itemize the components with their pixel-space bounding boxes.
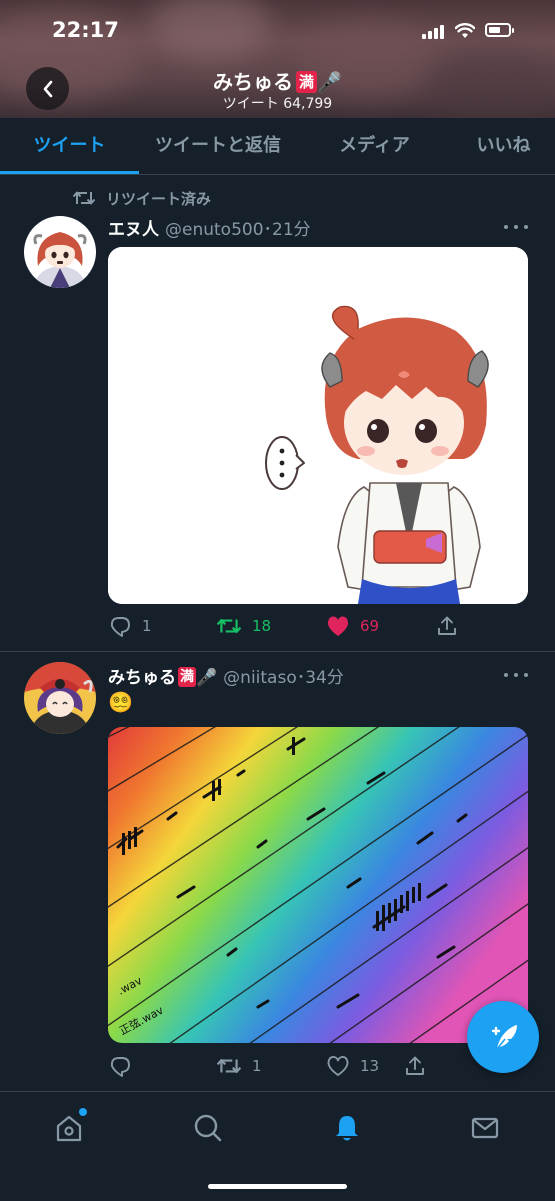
tweet-media-image[interactable]	[108, 247, 528, 604]
profile-tabs: ツイート ツイートと返信 メディア いいね	[0, 118, 555, 175]
home-icon	[56, 1115, 82, 1142]
home-indicator[interactable]	[208, 1184, 347, 1189]
active-tab-indicator	[0, 171, 139, 174]
tab-tweets-and-replies[interactable]: ツイートと返信	[139, 118, 297, 174]
more-options-icon[interactable]	[504, 670, 530, 680]
reply-button[interactable]: 1	[108, 613, 152, 639]
avatar-illustration	[24, 662, 96, 734]
nav-notifications[interactable]	[329, 1110, 365, 1146]
search-icon	[194, 1114, 222, 1142]
like-count: 13	[360, 1057, 380, 1075]
status-time: 22:17	[52, 18, 119, 42]
notification-dot-icon	[79, 1108, 87, 1116]
status-bar: 22:17	[0, 0, 555, 60]
signal-icon	[422, 25, 446, 39]
retweet-button[interactable]: 18	[216, 613, 271, 639]
retweet-icon	[72, 191, 96, 205]
retweet-count: 1	[252, 1057, 262, 1075]
share-button[interactable]	[404, 1053, 426, 1079]
retweet-icon	[216, 1058, 242, 1074]
nav-search[interactable]	[190, 1110, 226, 1146]
profile-name-text: みちゅる	[213, 70, 294, 94]
tweet-count: ツイート 64,799	[222, 96, 333, 112]
avatar[interactable]	[24, 216, 96, 288]
reply-icon	[110, 617, 130, 637]
nav-messages[interactable]	[467, 1110, 503, 1146]
tweet-divider	[0, 651, 555, 652]
tweet-text: 😵‍💫	[108, 690, 133, 714]
tweet-header: みちゅる満 🎤 @niitaso･34分	[108, 663, 344, 688]
retweet-indicator: リツイート済み	[72, 187, 211, 209]
tweet-author-badge: 満	[178, 667, 196, 687]
battery-icon	[485, 23, 514, 37]
wifi-icon	[455, 23, 475, 38]
tweet-author-name[interactable]: みちゅる	[108, 668, 176, 688]
tweet-actions: 1 13	[108, 1053, 528, 1079]
reply-button[interactable]	[108, 1053, 142, 1079]
nav-home[interactable]	[51, 1108, 87, 1146]
profile-name-emoji: 🎤	[317, 70, 342, 94]
avatar-illustration	[24, 216, 96, 288]
avatar[interactable]	[24, 662, 96, 734]
like-button[interactable]: 69	[326, 613, 379, 639]
tab-likes[interactable]: いいね	[452, 118, 555, 174]
heart-icon	[327, 616, 349, 636]
profile-name-badge: 満	[296, 71, 318, 93]
reply-count: 1	[142, 617, 152, 635]
reply-icon	[110, 1057, 130, 1077]
profile-name: みちゅる満 🎤	[0, 66, 555, 95]
retweet-icon	[216, 618, 242, 634]
tweet-author-emoji: 🎤	[196, 668, 218, 688]
tweet-author-name[interactable]: エヌ人	[108, 220, 159, 240]
tweet-media-image[interactable]: .wav 正弦.wav	[108, 727, 528, 1043]
retweet-label: リツイート済み	[106, 189, 212, 208]
retweet-button[interactable]: 1	[216, 1053, 262, 1079]
bell-icon	[336, 1116, 358, 1141]
tweet-header: エヌ人 @enuto500･21分	[108, 215, 311, 240]
character-illustration	[108, 247, 528, 604]
like-button[interactable]: 13	[326, 1053, 379, 1079]
share-icon	[406, 1056, 424, 1075]
tab-media[interactable]: メディア	[297, 118, 452, 174]
tweet-handle-time: @niitaso･34分	[223, 668, 344, 688]
compose-tweet-button[interactable]	[467, 1001, 539, 1073]
heart-icon	[327, 1056, 349, 1076]
retweet-count: 18	[252, 617, 272, 635]
mail-icon	[471, 1117, 499, 1139]
tweet-actions: 1 18 69	[108, 613, 528, 639]
more-options-icon[interactable]	[504, 222, 530, 232]
tab-tweets[interactable]: ツイート	[0, 118, 139, 174]
rainbow-waveform-image: .wav 正弦.wav	[108, 727, 528, 1043]
like-count: 69	[360, 617, 380, 635]
tweet-handle-time: @enuto500･21分	[165, 220, 311, 240]
share-icon	[438, 616, 456, 635]
share-button[interactable]	[436, 613, 458, 639]
profile-header: 22:17 みちゅる満 🎤 ツイート 64,799	[0, 0, 555, 118]
compose-feather-icon	[491, 1025, 517, 1050]
